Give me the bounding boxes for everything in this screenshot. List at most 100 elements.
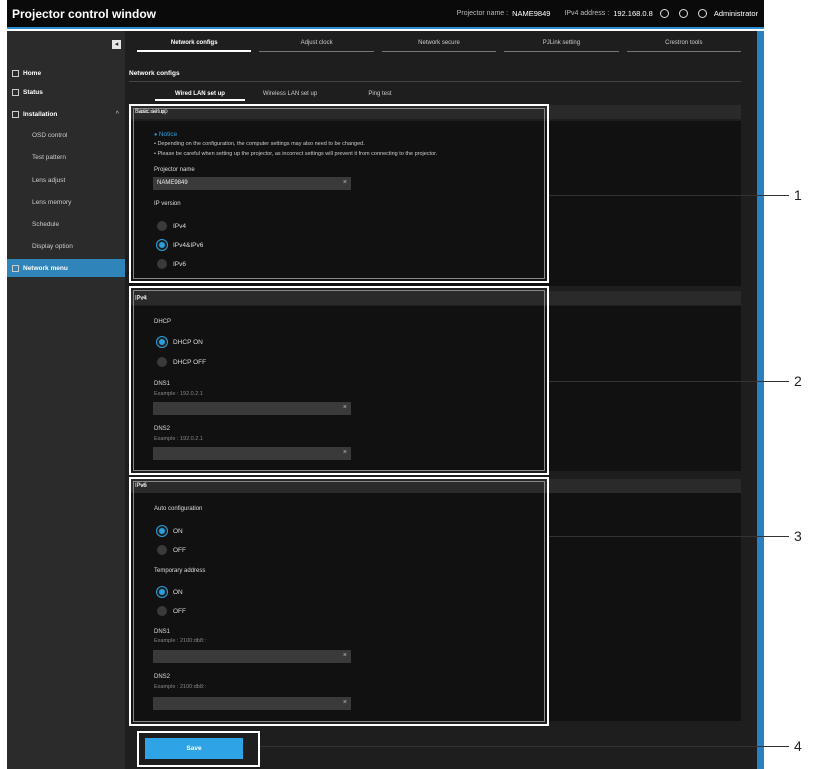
notice-title-text: Notice bbox=[158, 131, 178, 138]
dns2-label: DNS2 bbox=[154, 674, 171, 680]
ip-version-label: IP version bbox=[154, 201, 181, 207]
app-title: Projector control window bbox=[12, 7, 157, 21]
save-button[interactable]: Save bbox=[145, 738, 243, 759]
projector-name-input[interactable]: NAME9849 × bbox=[153, 177, 351, 190]
top-info: Projector name : NAME9849 IPv4 address :… bbox=[457, 9, 758, 18]
radio-label: IPv6 bbox=[173, 260, 187, 268]
globe-icon bbox=[12, 264, 19, 272]
dns2-hint: Example : 2100:db8:: bbox=[154, 684, 206, 690]
callout-line bbox=[549, 536, 789, 537]
callout-line bbox=[260, 746, 789, 747]
radio-auto-on[interactable]: ON bbox=[157, 526, 183, 536]
info-icon: ● bbox=[154, 132, 158, 138]
collapse-sidebar-icon[interactable]: ◂ bbox=[112, 40, 121, 49]
card-title: Basic set up bbox=[135, 109, 168, 115]
ipv6-dns2-input[interactable]: × bbox=[153, 697, 351, 710]
tab-pjlink-setting[interactable]: PJLink setting bbox=[504, 40, 619, 52]
projector-control-screen: Projector control window Projector name … bbox=[0, 0, 819, 769]
radio-ipv4[interactable]: IPv4 bbox=[157, 221, 186, 231]
callout-number: 4 bbox=[794, 738, 802, 754]
radio-icon bbox=[157, 357, 167, 367]
radio-ipv6[interactable]: IPv6 bbox=[157, 259, 186, 269]
radio-label: IPv4 bbox=[173, 222, 187, 230]
ipv4-dns2-input[interactable]: × bbox=[153, 447, 351, 460]
radio-temp-off[interactable]: OFF bbox=[157, 606, 186, 616]
notice-title: ● Notice bbox=[154, 131, 177, 138]
sidebar-item-installation[interactable]: Installation ^ bbox=[7, 105, 125, 123]
sidebar-item-label: Installation bbox=[23, 110, 58, 118]
radio-auto-off[interactable]: OFF bbox=[157, 545, 186, 555]
subtab-wireless-lan[interactable]: Wireless LAN set up bbox=[245, 91, 335, 101]
callout-line bbox=[549, 195, 789, 196]
radio-dhcp-on[interactable]: DHCP ON bbox=[157, 337, 203, 347]
radio-temp-on[interactable]: ON bbox=[157, 587, 183, 597]
radio-ipv4-ipv6[interactable]: IPv4&IPv6 bbox=[157, 240, 203, 250]
sidebar-item-network-menu[interactable]: Network menu bbox=[7, 259, 125, 277]
tab-crestron-tools[interactable]: Crestron tools bbox=[626, 40, 742, 52]
dns2-hint: Example : 192.0.2.1 bbox=[154, 436, 203, 442]
radio-label: DHCP ON bbox=[173, 338, 203, 346]
notice-line: • Please be careful when setting up the … bbox=[154, 151, 438, 157]
radio-icon bbox=[157, 606, 167, 616]
clear-icon[interactable]: × bbox=[343, 652, 347, 659]
radio-label: ON bbox=[173, 588, 183, 596]
tab-bar: Network configs Adjust clock Network sec… bbox=[133, 40, 745, 52]
user-icon[interactable] bbox=[697, 9, 707, 18]
card-inner-border bbox=[133, 108, 545, 279]
card-title: IPv4 bbox=[135, 296, 148, 302]
ipv6-dns1-input[interactable]: × bbox=[153, 650, 351, 663]
info-icon[interactable] bbox=[678, 9, 688, 18]
auto-config-label: Auto configuration bbox=[154, 506, 203, 512]
subtab-ping-test[interactable]: Ping test bbox=[335, 91, 425, 101]
home-icon bbox=[12, 69, 19, 77]
radio-label: IPv4&IPv6 bbox=[173, 241, 204, 249]
callout-line bbox=[549, 381, 789, 382]
chevron-up-icon: ^ bbox=[115, 111, 119, 117]
projector-name-value: NAME9849 bbox=[512, 9, 551, 18]
radio-label: DHCP OFF bbox=[173, 358, 207, 366]
sidebar-item-lens-adjust[interactable]: Lens adjust bbox=[7, 171, 125, 189]
dns2-label: DNS2 bbox=[154, 426, 171, 432]
clear-icon[interactable]: × bbox=[343, 699, 347, 706]
radio-label: OFF bbox=[173, 607, 186, 615]
sidebar-item-status[interactable]: Status bbox=[7, 83, 125, 101]
right-accent-bar bbox=[757, 31, 764, 769]
ipv4-dns1-input[interactable]: × bbox=[153, 402, 351, 415]
tab-adjust-clock[interactable]: Adjust clock bbox=[259, 40, 374, 52]
clear-icon[interactable]: × bbox=[343, 179, 347, 186]
clear-icon[interactable]: × bbox=[343, 449, 347, 456]
callout-number: 1 bbox=[794, 187, 802, 203]
settings-icon bbox=[12, 110, 19, 118]
subtab-wired-lan[interactable]: Wired LAN set up bbox=[155, 91, 245, 101]
tab-network-configs[interactable]: Network configs bbox=[137, 40, 252, 52]
divider bbox=[129, 81, 741, 82]
radio-label: OFF bbox=[173, 546, 186, 554]
sidebar-item-display-option[interactable]: Display option bbox=[7, 237, 125, 255]
ipv4-address-label: IPv4 address : bbox=[564, 10, 610, 17]
sidebar-item-home[interactable]: Home bbox=[7, 64, 125, 82]
top-bar: Projector control window Projector name … bbox=[7, 0, 764, 29]
tab-network-secure[interactable]: Network secure bbox=[381, 40, 497, 52]
clear-icon[interactable]: × bbox=[343, 404, 347, 411]
status-icon bbox=[12, 88, 19, 96]
gear-icon[interactable] bbox=[659, 9, 669, 18]
sidebar-item-lens-memory[interactable]: Lens memory bbox=[7, 193, 125, 211]
sidebar-item-osd-control[interactable]: OSD control bbox=[7, 126, 125, 144]
user-name[interactable]: Administrator bbox=[714, 9, 758, 18]
temp-address-label: Temporary address bbox=[154, 568, 206, 574]
dhcp-label: DHCP bbox=[154, 319, 172, 325]
radio-label: ON bbox=[173, 527, 183, 535]
sidebar-item-schedule[interactable]: Schedule bbox=[7, 215, 125, 233]
sidebar-item-test-pattern[interactable]: Test pattern bbox=[7, 148, 125, 166]
sidebar-item-label: Home bbox=[23, 69, 42, 77]
radio-icon bbox=[157, 221, 167, 231]
input-value: NAME9849 bbox=[157, 180, 188, 186]
subtab-bar: Wired LAN set up Wireless LAN set up Pin… bbox=[155, 91, 425, 101]
dns1-label: DNS1 bbox=[154, 381, 171, 387]
sidebar-item-label: Status bbox=[23, 88, 43, 96]
dns1-hint: Example : 192.0.2.1 bbox=[154, 391, 203, 397]
callout-number: 3 bbox=[794, 528, 802, 544]
callout-number: 2 bbox=[794, 373, 802, 389]
radio-dhcp-off[interactable]: DHCP OFF bbox=[157, 357, 206, 367]
radio-selected-icon bbox=[157, 337, 167, 347]
